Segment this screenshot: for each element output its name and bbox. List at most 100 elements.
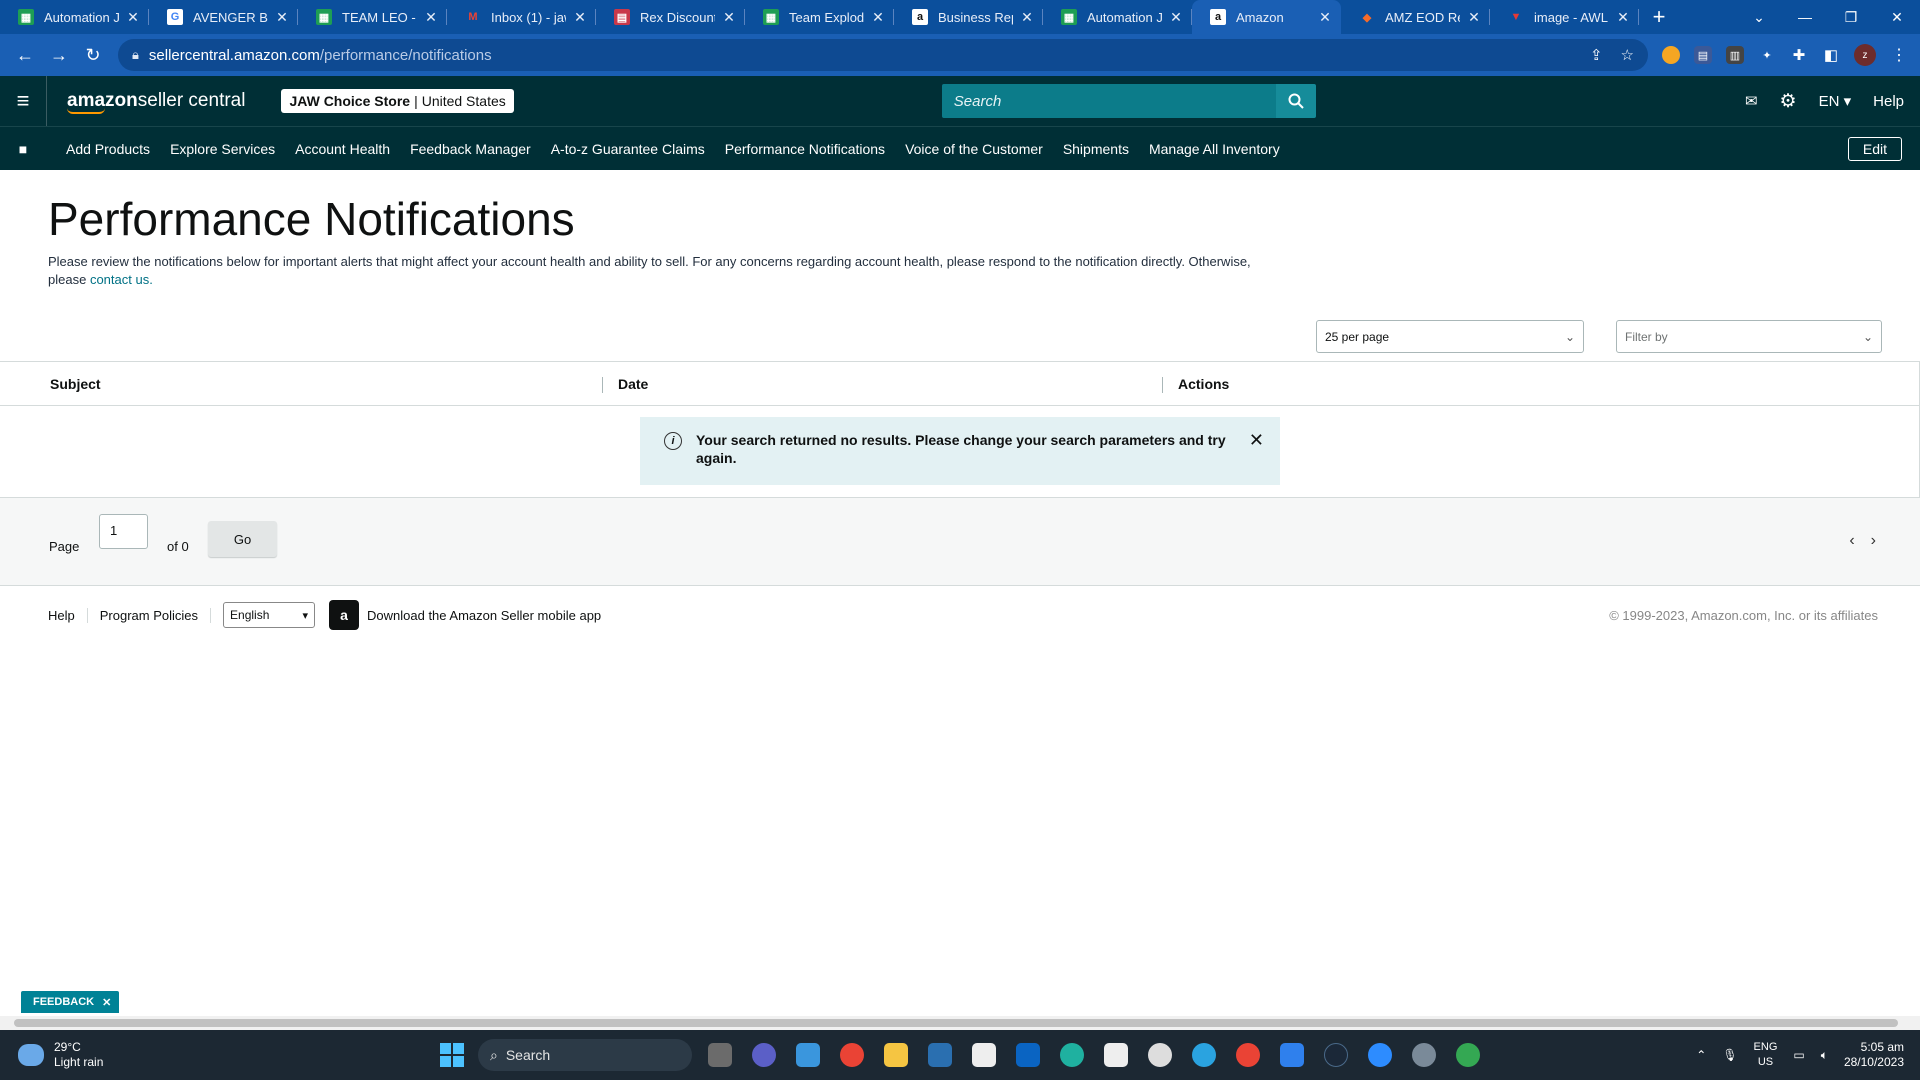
edge-icon[interactable] bbox=[1060, 1043, 1084, 1067]
gear-icon[interactable]: ⚙ bbox=[1780, 90, 1797, 113]
browser-tab[interactable]: ▤ Rex Discount ✕ bbox=[596, 0, 745, 34]
system-clock[interactable]: 5:05 am 28/10/2023 bbox=[1844, 1040, 1904, 1070]
share-icon[interactable]: ⇪ bbox=[1590, 46, 1603, 64]
close-icon[interactable]: ✕ bbox=[1466, 9, 1482, 26]
chrome-icon[interactable] bbox=[1456, 1043, 1480, 1067]
lock-icon[interactable]: 🔒︎ bbox=[132, 47, 139, 63]
forward-button[interactable]: → bbox=[42, 38, 76, 72]
filter-select[interactable]: Filter by ⌄ bbox=[1616, 320, 1882, 353]
nav-performance-notifications[interactable]: Performance Notifications bbox=[725, 141, 885, 157]
store-switcher[interactable]: JAW Choice Store | United States bbox=[281, 89, 514, 113]
footer-help-link[interactable]: Help bbox=[48, 607, 88, 623]
search-input[interactable]: Search bbox=[941, 84, 1276, 118]
chrome-icon[interactable] bbox=[840, 1043, 864, 1067]
taskbar-search[interactable]: ⌕ Search bbox=[478, 1039, 692, 1071]
close-icon[interactable]: ✕ bbox=[1168, 9, 1184, 26]
browser-tab[interactable]: a Business Repor ✕ bbox=[894, 0, 1043, 34]
bookmark-icon[interactable]: ■ bbox=[0, 141, 46, 157]
close-icon[interactable]: ✕ bbox=[721, 9, 737, 26]
extension-icon[interactable]: ▤ bbox=[1694, 46, 1712, 64]
mail-icon[interactable]: ✉ bbox=[1745, 92, 1758, 110]
extension-icon[interactable]: ✦ bbox=[1758, 46, 1776, 64]
menu-kebab-icon[interactable]: ⋮ bbox=[1890, 46, 1908, 64]
column-header-subject[interactable]: Subject bbox=[0, 362, 602, 405]
app-icon[interactable] bbox=[972, 1043, 996, 1067]
volume-icon[interactable]: 🔈︎ bbox=[1821, 1048, 1828, 1063]
microphone-icon[interactable]: 🎙︎ bbox=[1722, 1048, 1737, 1062]
chrome-icon[interactable] bbox=[1236, 1043, 1260, 1067]
program-policies-link[interactable]: Program Policies bbox=[100, 607, 212, 623]
browser-tab[interactable]: ▼ image - AWL U ✕ bbox=[1490, 0, 1639, 34]
close-icon[interactable]: ✕ bbox=[1615, 9, 1631, 26]
browser-tab[interactable]: ◆ AMZ EOD Repo ✕ bbox=[1341, 0, 1490, 34]
input-language[interactable]: ENG US bbox=[1754, 1040, 1778, 1070]
bookmark-star-icon[interactable]: ☆ bbox=[1621, 46, 1634, 64]
hamburger-menu-icon[interactable]: ≡ bbox=[0, 88, 46, 114]
side-panel-icon[interactable]: ◧ bbox=[1822, 46, 1840, 64]
close-icon[interactable]: ✕ bbox=[1317, 9, 1333, 26]
download-app-link[interactable]: Download the Amazon Seller mobile app bbox=[367, 608, 601, 623]
close-icon[interactable]: ✕ bbox=[870, 9, 886, 26]
file-explorer-icon[interactable] bbox=[884, 1043, 908, 1067]
extension-icon[interactable]: ▥ bbox=[1726, 46, 1744, 64]
teams-icon[interactable] bbox=[752, 1043, 776, 1067]
search-button[interactable] bbox=[1275, 84, 1316, 118]
window-close-button[interactable]: ✕ bbox=[1874, 9, 1920, 26]
tab-search-icon[interactable]: ⌄ bbox=[1736, 9, 1782, 26]
close-icon[interactable]: ✕ bbox=[125, 9, 141, 26]
column-header-date[interactable]: Date bbox=[602, 362, 1162, 405]
help-link[interactable]: Help bbox=[1873, 93, 1904, 110]
minimize-button[interactable]: — bbox=[1782, 9, 1828, 25]
weather-widget[interactable]: 29°C Light rain bbox=[0, 1040, 300, 1070]
browser-tab[interactable]: ▦ Automation Jas ✕ bbox=[1043, 0, 1192, 34]
chevron-up-icon[interactable]: ⌃ bbox=[1696, 1048, 1706, 1062]
nav-voice-of-customer[interactable]: Voice of the Customer bbox=[905, 141, 1043, 157]
windows-start-icon[interactable] bbox=[440, 1043, 464, 1067]
feedback-button[interactable]: FEEDBACK ✕ bbox=[21, 991, 120, 1013]
browser-tab[interactable]: ▦ Team Explode I ✕ bbox=[745, 0, 894, 34]
nav-add-products[interactable]: Add Products bbox=[66, 141, 150, 157]
horizontal-scrollbar[interactable] bbox=[0, 1016, 1920, 1030]
nav-shipments[interactable]: Shipments bbox=[1063, 141, 1129, 157]
browser-tab[interactable]: M Inbox (1) - jawc ✕ bbox=[447, 0, 596, 34]
reload-button[interactable]: ↻ bbox=[76, 38, 110, 72]
nav-account-health[interactable]: Account Health bbox=[295, 141, 390, 157]
puzzle-icon[interactable]: ✚ bbox=[1790, 46, 1808, 64]
restore-button[interactable]: ❐ bbox=[1828, 9, 1874, 26]
scrollbar-thumb[interactable] bbox=[14, 1019, 1898, 1027]
store-icon[interactable] bbox=[796, 1043, 820, 1067]
remote-desktop-icon[interactable] bbox=[928, 1043, 952, 1067]
steam-icon[interactable] bbox=[1324, 1043, 1348, 1067]
telegram-icon[interactable] bbox=[1192, 1043, 1216, 1067]
close-icon[interactable]: ✕ bbox=[1019, 9, 1035, 26]
app-icon[interactable] bbox=[1104, 1043, 1128, 1067]
close-icon[interactable]: ✕ bbox=[423, 9, 439, 26]
seller-central-logo[interactable]: amazon seller central bbox=[46, 76, 245, 126]
next-page-icon[interactable]: › bbox=[1871, 532, 1876, 550]
extension-icon[interactable] bbox=[1662, 46, 1680, 64]
app-icon[interactable] bbox=[1148, 1043, 1172, 1067]
mail-app-icon[interactable] bbox=[1016, 1043, 1040, 1067]
notepad-icon[interactable] bbox=[1280, 1043, 1304, 1067]
task-view-icon[interactable] bbox=[708, 1043, 732, 1067]
go-button[interactable]: Go bbox=[208, 521, 277, 557]
profile-avatar[interactable]: z bbox=[1854, 44, 1876, 66]
contact-us-link[interactable]: contact us. bbox=[90, 272, 153, 287]
url-input[interactable]: 🔒︎ sellercentral.amazon.com/performance/… bbox=[118, 39, 1648, 71]
nav-a-to-z-claims[interactable]: A-to-z Guarantee Claims bbox=[551, 141, 705, 157]
nav-manage-inventory[interactable]: Manage All Inventory bbox=[1149, 141, 1280, 157]
browser-tab[interactable]: G AVENGER BORI ✕ bbox=[149, 0, 298, 34]
browser-tab[interactable]: ▦ Automation Jas ✕ bbox=[0, 0, 149, 34]
settings-icon[interactable] bbox=[1412, 1043, 1436, 1067]
per-page-select[interactable]: 25 per page ⌄ bbox=[1316, 320, 1584, 353]
back-button[interactable]: ← bbox=[8, 38, 42, 72]
edit-nav-button[interactable]: Edit bbox=[1847, 136, 1902, 161]
close-icon[interactable]: ✕ bbox=[102, 996, 111, 1009]
footer-language-select[interactable]: English ▾ bbox=[223, 602, 316, 628]
nav-explore-services[interactable]: Explore Services bbox=[170, 141, 275, 157]
network-icon[interactable]: ▭ bbox=[1793, 1048, 1804, 1062]
zoom-icon[interactable] bbox=[1368, 1043, 1392, 1067]
previous-page-icon[interactable]: ‹ bbox=[1849, 532, 1854, 550]
new-tab-button[interactable]: + bbox=[1639, 0, 1679, 34]
close-icon[interactable]: ✕ bbox=[572, 9, 588, 26]
